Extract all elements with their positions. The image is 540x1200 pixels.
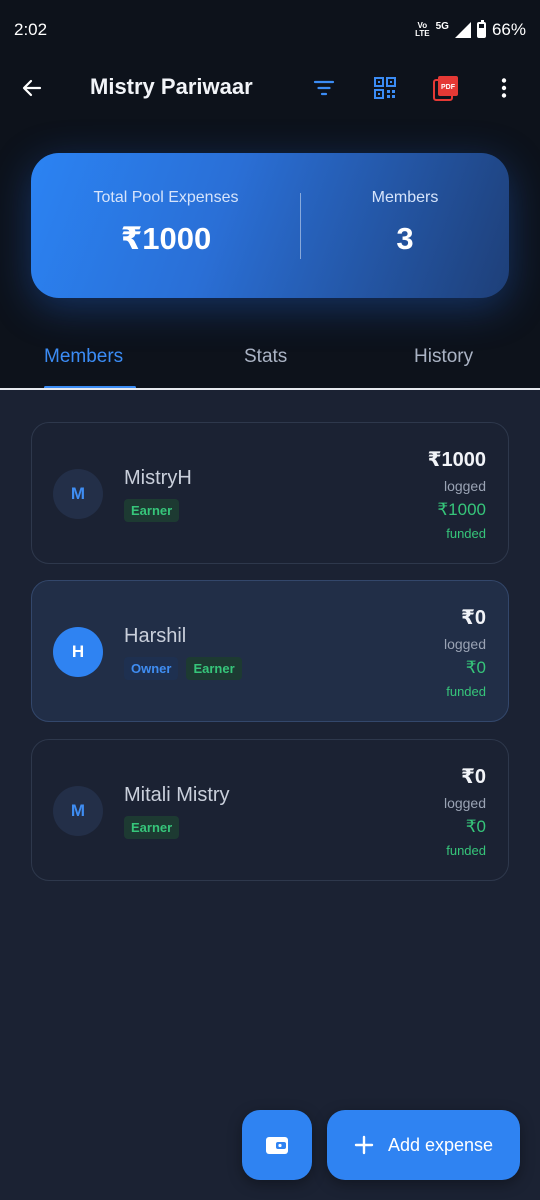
back-button[interactable]: [18, 74, 46, 102]
members-count-block: Members 3: [301, 153, 509, 298]
arrow-left-icon: [22, 79, 42, 97]
owner-badge: Owner: [124, 657, 179, 680]
pdf-export-button[interactable]: PDF: [432, 74, 460, 102]
qr-code-button[interactable]: [371, 74, 399, 102]
more-vertical-icon: [501, 78, 507, 98]
funded-amount: ₹0: [465, 817, 486, 836]
member-amounts: ₹0 logged ₹0 funded: [444, 764, 486, 858]
tab-divider: [0, 388, 540, 390]
member-card-mitali-mistry[interactable]: M Mitali Mistry Earner ₹0 logged ₹0 fund…: [31, 739, 509, 881]
pdf-icon: PDF: [433, 76, 458, 101]
tab-history[interactable]: History: [414, 346, 473, 368]
avatar: H: [53, 627, 103, 677]
qr-code-icon: [374, 77, 396, 99]
avatar: M: [53, 469, 103, 519]
more-options-button[interactable]: [490, 74, 518, 102]
pool-summary-card: Total Pool Expenses ₹1000 Members 3: [31, 153, 509, 298]
role-badges: Earner: [124, 816, 180, 839]
funded-label: funded: [446, 843, 486, 858]
battery-level: 66%: [491, 20, 526, 39]
network-type: 5G: [435, 20, 449, 32]
role-badges: Owner Earner: [124, 657, 242, 680]
tab-members[interactable]: Members: [44, 346, 123, 368]
volte-icon: Vo LTE: [415, 21, 430, 38]
member-name: Mitali Mistry: [124, 784, 230, 806]
earner-badge: Earner: [186, 657, 242, 680]
funded-label: funded: [446, 684, 486, 699]
filter-button[interactable]: [310, 74, 338, 102]
logged-label: logged: [443, 478, 486, 494]
page-title: Mistry Pariwaar: [90, 74, 253, 99]
earner-badge: Earner: [124, 816, 180, 839]
member-name: MistryH: [124, 467, 192, 489]
logged-label: logged: [443, 795, 486, 811]
funded-amount: ₹0: [465, 658, 486, 677]
funded-label: funded: [446, 526, 486, 541]
battery-icon: [476, 20, 486, 38]
tab-bar: Members Stats History: [0, 330, 540, 390]
filter-icon: [313, 80, 335, 96]
member-amounts: ₹1000 logged ₹1000 funded: [428, 447, 486, 541]
signal-icon: [454, 22, 471, 38]
plus-icon: [354, 1135, 374, 1155]
total-expenses-label: Total Pool Expenses: [93, 189, 239, 206]
total-expenses-block: Total Pool Expenses ₹1000: [31, 153, 301, 298]
status-bar: 2:02 Vo LTE 5G 66%: [0, 0, 540, 60]
add-expense-label: Add expense: [387, 1134, 494, 1155]
add-expense-button[interactable]: Add expense: [327, 1110, 520, 1180]
member-name: Harshil: [124, 625, 187, 647]
app-bar: Mistry Pariwaar PDF: [0, 60, 540, 116]
funded-amount: ₹1000: [437, 500, 486, 519]
svg-text:PDF: PDF: [441, 84, 456, 91]
member-card-harshil[interactable]: H Harshil Owner Earner ₹0 logged ₹0 fund…: [31, 580, 509, 722]
logged-amount: ₹1000: [427, 449, 486, 471]
wallet-icon: [266, 1137, 288, 1154]
total-expenses-value: ₹1000: [120, 221, 212, 256]
logged-label: logged: [443, 636, 486, 652]
earner-badge: Earner: [124, 499, 180, 522]
logged-amount: ₹0: [460, 607, 486, 629]
status-time: 2:02: [14, 20, 48, 39]
status-indicators: Vo LTE 5G 66%: [415, 20, 526, 40]
member-card-mistryh[interactable]: M MistryH Earner ₹1000 logged ₹1000 fund…: [31, 422, 509, 564]
avatar: M: [53, 786, 103, 836]
tab-stats[interactable]: Stats: [244, 346, 287, 368]
members-count-label: Members: [371, 189, 439, 206]
role-badges: Earner: [124, 499, 180, 522]
member-amounts: ₹0 logged ₹0 funded: [444, 605, 486, 699]
members-count-value: 3: [396, 221, 414, 256]
logged-amount: ₹0: [460, 766, 486, 788]
wallet-button[interactable]: [242, 1110, 312, 1180]
